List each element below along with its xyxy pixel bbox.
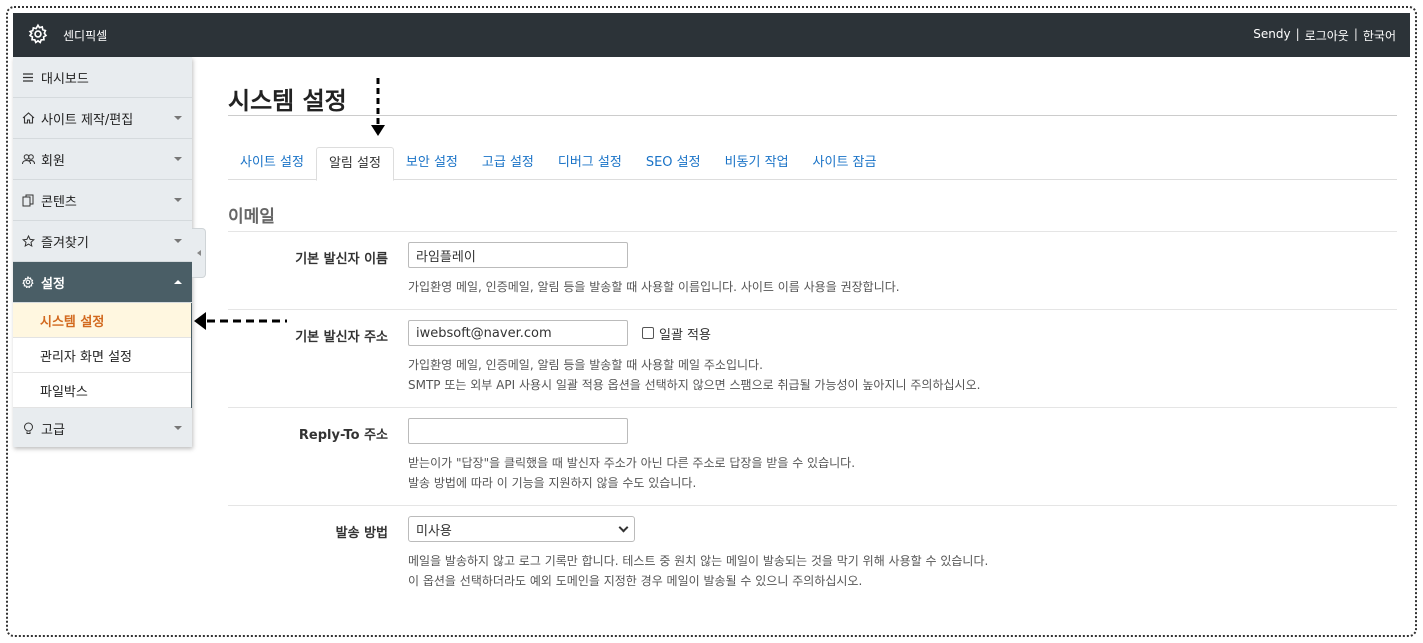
brand-name: 센디픽셀 bbox=[63, 28, 108, 43]
user-name[interactable]: Sendy bbox=[1253, 27, 1290, 44]
chevron-down-icon bbox=[174, 116, 182, 120]
users-icon bbox=[21, 152, 35, 166]
reply-to-row: Reply-To 주소 받는이가 "답장"을 클릭했을 때 발신자 주소가 아닌… bbox=[228, 408, 1397, 506]
sidebar-item-advanced[interactable]: 고급 bbox=[13, 408, 192, 449]
sender-name-input[interactable]: 라임플레이 bbox=[408, 242, 628, 268]
help-text: 발송 방법에 따라 이 기능을 지원하지 않을 수도 있습니다. bbox=[408, 476, 697, 490]
sender-name-label: 기본 발신자 이름 bbox=[295, 252, 388, 267]
sidebar-item-label: 사이트 제작/편집 bbox=[41, 112, 134, 128]
tab-async-jobs[interactable]: 비동기 작업 bbox=[713, 147, 801, 180]
sidebar-item-site-build[interactable]: 사이트 제작/편집 bbox=[13, 98, 192, 139]
sidebar-item-label: 콘텐츠 bbox=[41, 194, 77, 210]
sidebar-item-label: 즐겨찾기 bbox=[41, 235, 89, 251]
chevron-down-icon bbox=[174, 426, 182, 430]
user-menu: Sendy | 로그아웃 | 한국어 bbox=[1253, 27, 1396, 44]
help-text: 가입환영 메일, 인증메일, 알림 등을 발송할 때 사용할 메일 주소입니다. bbox=[408, 358, 763, 372]
language-link[interactable]: 한국어 bbox=[1363, 27, 1396, 44]
chevron-down-icon bbox=[174, 198, 182, 202]
submenu-admin-screen-settings[interactable]: 관리자 화면 설정 bbox=[13, 338, 191, 373]
tab-notification-settings[interactable]: 알림 설정 bbox=[315, 147, 394, 181]
sidebar-item-label: 설정 bbox=[41, 276, 65, 292]
tab-site-lock[interactable]: 사이트 잠금 bbox=[801, 147, 889, 180]
sidebar-item-contents[interactable]: 콘텐츠 bbox=[13, 180, 192, 221]
send-method-select[interactable]: 미사용 bbox=[408, 516, 635, 542]
star-icon bbox=[21, 234, 35, 248]
chevron-down-icon bbox=[174, 239, 182, 243]
submenu-filebox[interactable]: 파일박스 bbox=[13, 373, 191, 408]
send-method-label: 발송 방법 bbox=[335, 526, 388, 541]
bulb-icon bbox=[21, 422, 35, 436]
copy-icon bbox=[21, 193, 35, 207]
tab-site-settings[interactable]: 사이트 설정 bbox=[228, 147, 316, 180]
gear-icon bbox=[27, 23, 49, 48]
divider bbox=[228, 115, 1397, 116]
sidebar-item-favorites[interactable]: 즐겨찾기 bbox=[13, 221, 192, 262]
sidebar-item-settings[interactable]: 설정 bbox=[13, 262, 192, 303]
sidebar-item-members[interactable]: 회원 bbox=[13, 139, 192, 180]
main-content: 시스템 설정 사이트 설정 알림 설정 보안 설정 고급 설정 디버그 설정 S… bbox=[228, 57, 1397, 603]
separator: | bbox=[1353, 26, 1358, 41]
top-bar: 센디픽셀 Sendy | 로그아웃 | 한국어 bbox=[13, 13, 1410, 57]
sender-address-row: 기본 발신자 주소 iwebsoft@naver.com 일괄 적용 가입환영 … bbox=[228, 310, 1397, 408]
sidebar-collapse-toggle[interactable] bbox=[192, 228, 206, 278]
settings-submenu: 시스템 설정 관리자 화면 설정 파일박스 bbox=[13, 303, 192, 408]
menu-icon bbox=[21, 70, 35, 84]
gear-icon bbox=[21, 275, 35, 289]
sidebar-item-label: 고급 bbox=[41, 423, 65, 438]
brand[interactable]: 센디픽셀 bbox=[27, 23, 107, 48]
chevron-left-icon bbox=[196, 250, 201, 256]
tab-seo-settings[interactable]: SEO 설정 bbox=[634, 147, 713, 180]
help-text: 이 옵션을 선택하더라도 예외 도메인을 지정한 경우 메일이 발송될 수 있으… bbox=[408, 574, 863, 588]
help-text: 받는이가 "답장"을 클릭했을 때 발신자 주소가 아닌 다른 주소로 답장을 … bbox=[408, 456, 856, 470]
sender-address-input[interactable]: iwebsoft@naver.com bbox=[408, 320, 628, 346]
home-icon bbox=[21, 111, 35, 125]
sidebar: 대시보드 사이트 제작/편집 회원 콘텐츠 즐겨찾기 설정 시스템 설정 관리자… bbox=[13, 57, 192, 447]
annotation-arrow-left-icon bbox=[194, 312, 287, 330]
chevron-up-icon bbox=[174, 280, 182, 284]
section-title-email: 이메일 bbox=[228, 202, 1397, 232]
help-text: SMTP 또는 외부 API 사용시 일괄 적용 옵션을 선택하지 않으면 스팸… bbox=[408, 378, 981, 392]
sidebar-item-label: 회원 bbox=[41, 153, 65, 169]
apply-all-checkbox[interactable]: 일괄 적용 bbox=[642, 324, 711, 343]
annotation-arrow-down-icon bbox=[371, 78, 385, 136]
page-title: 시스템 설정 bbox=[228, 87, 347, 115]
sender-name-row: 기본 발신자 이름 라임플레이 가입환영 메일, 인증메일, 알림 등을 발송할… bbox=[228, 232, 1397, 310]
checkbox-box[interactable] bbox=[642, 327, 654, 339]
separator: | bbox=[1295, 26, 1300, 41]
help-text: 메일을 발송하지 않고 로그 기록만 합니다. 테스트 중 원치 않는 메일이 … bbox=[408, 554, 989, 568]
tab-debug-settings[interactable]: 디버그 설정 bbox=[546, 147, 634, 180]
submenu-system-settings[interactable]: 시스템 설정 bbox=[13, 303, 191, 338]
checkbox-label: 일괄 적용 bbox=[659, 327, 711, 343]
tab-security-settings[interactable]: 보안 설정 bbox=[394, 147, 470, 180]
send-method-row: 발송 방법 미사용 메일을 발송하지 않고 로그 기록만 합니다. 테스트 중 … bbox=[228, 506, 1397, 603]
chevron-down-icon bbox=[618, 522, 629, 532]
reply-to-label: Reply-To 주소 bbox=[298, 428, 388, 443]
chevron-down-icon bbox=[174, 157, 182, 161]
help-text: 가입환영 메일, 인증메일, 알림 등을 발송할 때 사용할 이름입니다. 사이… bbox=[408, 280, 900, 294]
settings-tabs: 사이트 설정 알림 설정 보안 설정 고급 설정 디버그 설정 SEO 설정 비… bbox=[228, 147, 1397, 181]
tab-advanced-settings[interactable]: 고급 설정 bbox=[470, 147, 546, 180]
logout-link[interactable]: 로그아웃 bbox=[1305, 27, 1349, 44]
sidebar-item-dashboard[interactable]: 대시보드 bbox=[13, 57, 192, 98]
reply-to-input[interactable] bbox=[408, 418, 628, 444]
sidebar-item-label: 대시보드 bbox=[41, 71, 89, 87]
send-method-value: 미사용 bbox=[416, 523, 452, 539]
